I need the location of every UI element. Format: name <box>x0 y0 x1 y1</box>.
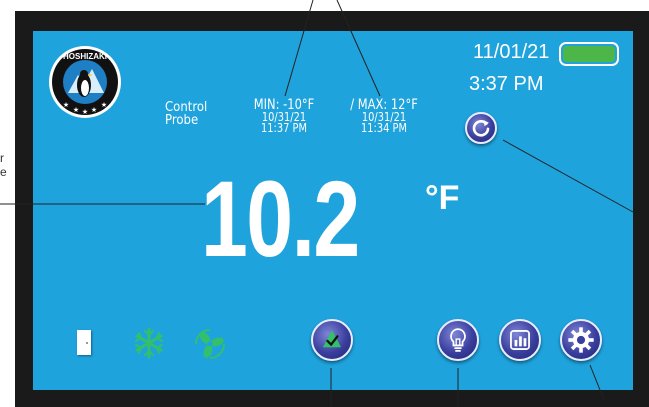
gear-icon <box>568 327 594 353</box>
alarm-check-icon <box>322 330 342 348</box>
bar-chart-icon <box>510 330 530 350</box>
temperature-reading: 10.2 <box>201 158 360 279</box>
settings-button[interactable] <box>560 319 602 361</box>
current-date: 11/01/21 <box>473 41 550 63</box>
touch-screen: HOSHIZAKI ★ ★ ★ ★ ★ Control Probe MIN: -10°F… <box>33 31 633 390</box>
min-reading: MIN: -10°F 10/31/21 11:37 PM <box>239 98 329 134</box>
current-time: 3:37 PM <box>469 73 544 95</box>
temperature-unit: °F <box>425 179 460 217</box>
probe-label: Control Probe <box>165 101 207 127</box>
max-reading: / MAX: 12°F 10/31/21 11:34 PM <box>339 98 429 134</box>
brand-logo: HOSHIZAKI ★ ★ ★ ★ ★ <box>48 45 122 119</box>
svg-text:★: ★ <box>82 108 88 116</box>
door-icon <box>77 330 91 355</box>
logo-text: HOSHIZAKI <box>63 52 107 61</box>
svg-text:★: ★ <box>101 101 107 109</box>
battery-indicator <box>559 42 619 66</box>
refresh-icon <box>472 119 490 137</box>
alarm-check-button[interactable] <box>311 319 353 361</box>
probe-label-line2: Probe <box>165 113 199 128</box>
light-button[interactable] <box>437 319 479 361</box>
svg-text:★: ★ <box>73 106 79 114</box>
max-time: 11:34 PM <box>361 121 407 135</box>
chart-button[interactable] <box>499 319 541 361</box>
lightbulb-icon <box>450 328 466 352</box>
fan-icon <box>193 327 227 361</box>
side-label-line2: e <box>0 165 7 179</box>
battery-fill <box>563 46 615 62</box>
refresh-button[interactable] <box>465 112 497 144</box>
snowflake-icon <box>133 327 165 359</box>
svg-text:★: ★ <box>91 106 97 114</box>
side-label-line1: r <box>0 151 4 165</box>
min-time: 11:37 PM <box>261 121 307 135</box>
svg-text:★: ★ <box>63 101 69 109</box>
